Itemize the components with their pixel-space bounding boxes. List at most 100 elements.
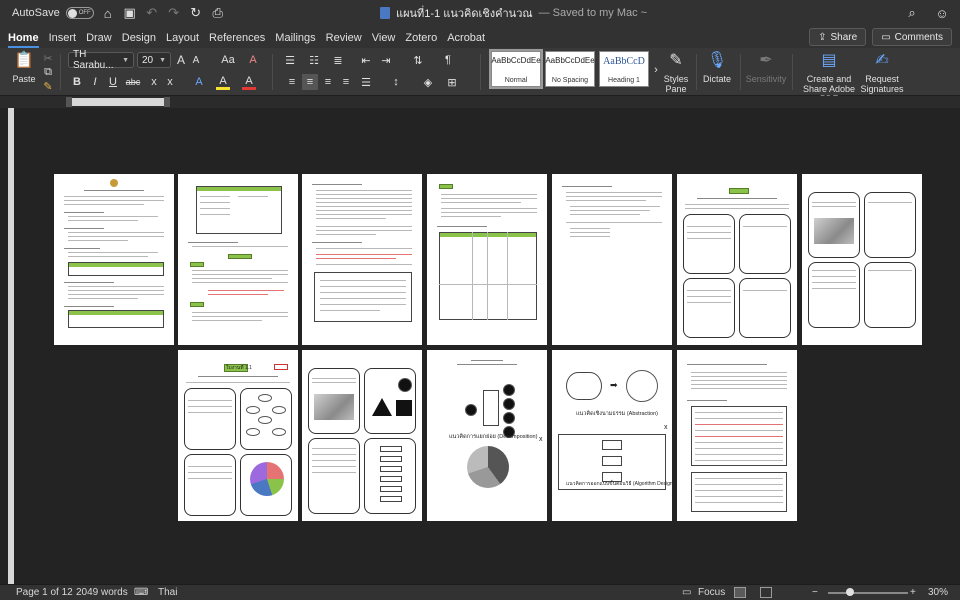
align-center-icon[interactable]: ≡ (302, 74, 318, 90)
increase-indent-icon[interactable]: ⇥ (378, 52, 394, 68)
web-layout-view-button[interactable] (760, 587, 772, 598)
horizontal-ruler[interactable] (0, 96, 960, 108)
right-indent-marker[interactable] (164, 97, 170, 107)
page-thumbnail-10[interactable]: แนวคิดการแยกย่อย (Decomposition) x (427, 350, 547, 521)
zoom-level[interactable]: 30% (928, 587, 948, 598)
decrease-indent-icon[interactable]: ⇤ (358, 52, 374, 68)
page-thumbnail-3[interactable] (302, 174, 422, 345)
bold-button[interactable]: B (70, 74, 84, 90)
clear-format-button[interactable]: A (246, 52, 260, 68)
page-thumbnail-6[interactable] (677, 174, 797, 345)
grow-font-button[interactable]: A (175, 52, 187, 68)
align-left-icon[interactable]: ≡ (284, 74, 300, 90)
word-count[interactable]: 2049 words (76, 587, 128, 598)
align-right-icon[interactable]: ≡ (320, 74, 336, 90)
strikethrough-button[interactable]: abc (124, 74, 142, 90)
tab-layout[interactable]: Layout (166, 32, 207, 48)
share-button[interactable]: ⇪ Share (809, 28, 867, 46)
numbering-icon[interactable]: ☷ (306, 52, 322, 68)
page-thumbnail-1[interactable] (54, 174, 174, 345)
italic-button[interactable]: I (88, 74, 102, 90)
zoom-slider[interactable] (828, 592, 908, 594)
tab-acrobat[interactable]: Acrobat (447, 32, 493, 48)
font-size-select[interactable]: 20 ▼ (137, 52, 171, 68)
text-effects-button[interactable]: A (192, 74, 206, 90)
focus-label[interactable]: Focus (698, 587, 725, 598)
distributed-icon[interactable]: ☰ (358, 74, 374, 90)
save-icon[interactable]: ▣ (122, 5, 138, 21)
superscript-button[interactable]: x (164, 74, 176, 90)
proofing-icon[interactable]: ⌨ (134, 587, 148, 598)
tab-draw[interactable]: Draw (86, 32, 120, 48)
zoom-slider-thumb[interactable] (846, 588, 854, 596)
tab-mailings[interactable]: Mailings (275, 32, 323, 48)
repeat-icon[interactable]: ↻ (188, 5, 204, 21)
page-thumbnail-2[interactable] (178, 174, 298, 345)
tab-view[interactable]: View (372, 32, 404, 48)
home-icon[interactable]: ⌂ (100, 5, 116, 21)
search-icon[interactable]: ⌕ (904, 5, 920, 21)
change-case-button[interactable]: Aa (218, 52, 238, 68)
print-icon[interactable]: ⎙ (210, 5, 226, 21)
style-no-spacing[interactable]: AaBbCcDdEe No Spacing (545, 51, 595, 87)
algorithm-caption: แนวคิดการออกแบบขั้นตอนวิธี (Algorithm De… (566, 481, 672, 487)
chevron-right-icon[interactable]: › (651, 63, 661, 77)
vertical-ruler[interactable] (8, 108, 14, 584)
page-thumbnail-12[interactable] (677, 350, 797, 521)
separator (792, 54, 793, 90)
show-formatting-button[interactable]: ¶ (440, 52, 456, 68)
font-color-button[interactable]: A (242, 74, 256, 90)
tab-references[interactable]: References (209, 32, 273, 48)
line-spacing-icon[interactable]: ↕ (388, 74, 404, 90)
sort-icon[interactable]: ⇅ (410, 52, 426, 68)
print-layout-view-button[interactable] (734, 587, 746, 598)
page-thumbnail-11[interactable]: ➡ แนวคิดเชิงนามธรรม (Abstraction) x แนวค… (552, 350, 672, 521)
tab-zotero[interactable]: Zotero (405, 32, 445, 48)
account-icon[interactable]: ☺ (934, 5, 950, 21)
page-thumbnail-5[interactable] (552, 174, 672, 345)
underline-button[interactable]: U (106, 74, 120, 90)
copy-icon[interactable]: ⧉ (42, 66, 54, 78)
tab-design[interactable]: Design (122, 32, 164, 48)
styles-pane-button[interactable]: ✎ Styles Pane (662, 50, 690, 95)
zoom-out-icon[interactable]: − (812, 587, 818, 598)
cut-icon[interactable]: ✂ (42, 52, 54, 65)
font-name-select[interactable]: TH Sarabu... ▼ (68, 49, 134, 71)
page-thumbnail-9[interactable] (302, 350, 422, 521)
focus-icon[interactable]: ▭ (682, 587, 691, 598)
format-painter-icon[interactable]: ✎ (42, 80, 54, 93)
request-signatures-button[interactable]: ✍ Request Signatures (860, 50, 903, 95)
shrink-font-button[interactable]: A (190, 52, 202, 68)
shading-icon[interactable]: ◈ (420, 74, 436, 90)
borders-icon[interactable]: ⊞ (444, 74, 460, 90)
page-thumbnail-8[interactable]: ใบงานที่ 1.1 (178, 350, 298, 521)
document-title: แผนที่1-1 แนวคิดเชิงคำนวณ — Saved to my … (380, 0, 647, 26)
page-indicator[interactable]: Page 1 of 12 (16, 587, 73, 598)
comments-button[interactable]: ▭ Comments (872, 28, 952, 46)
tab-insert[interactable]: Insert (49, 32, 85, 48)
language-indicator[interactable]: Thai (158, 587, 177, 598)
style-normal[interactable]: AaBbCcDdEe Normal (489, 49, 543, 89)
arrow-right-icon: ➡ (610, 380, 618, 390)
zoom-in-icon[interactable]: + (910, 587, 916, 598)
left-indent-marker[interactable] (66, 97, 72, 107)
saved-status[interactable]: — Saved to my Mac ~ (539, 7, 648, 19)
multilevel-list-icon[interactable]: ≣ (330, 52, 346, 68)
paste-button[interactable]: 📋 Paste (10, 50, 38, 85)
style-heading-1[interactable]: AaBbCcD Heading 1 (599, 51, 649, 87)
share-icon: ⇪ (818, 31, 827, 43)
undo-icon[interactable]: ↶ (144, 5, 160, 21)
document-canvas[interactable]: ใบงานที่ 1.1 แนวคิดการแยกย่อย (Decomposi… (0, 108, 960, 584)
redo-icon[interactable]: ↷ (166, 5, 182, 21)
highlight-button[interactable]: A (216, 74, 230, 90)
page-thumbnail-4[interactable] (427, 174, 547, 345)
dictate-button[interactable]: 🎙 Dictate (702, 50, 732, 85)
justify-icon[interactable]: ≡ (338, 74, 354, 90)
bullets-icon[interactable]: ☰ (282, 52, 298, 68)
autosave-toggle[interactable]: OFF (65, 7, 94, 19)
subscript-button[interactable]: x (148, 74, 160, 90)
page-thumbnail-7[interactable] (802, 174, 922, 345)
sensitivity-button[interactable]: ✒ Sensitivity (746, 50, 787, 85)
tab-review[interactable]: Review (326, 32, 370, 48)
tab-home[interactable]: Home (8, 32, 47, 48)
